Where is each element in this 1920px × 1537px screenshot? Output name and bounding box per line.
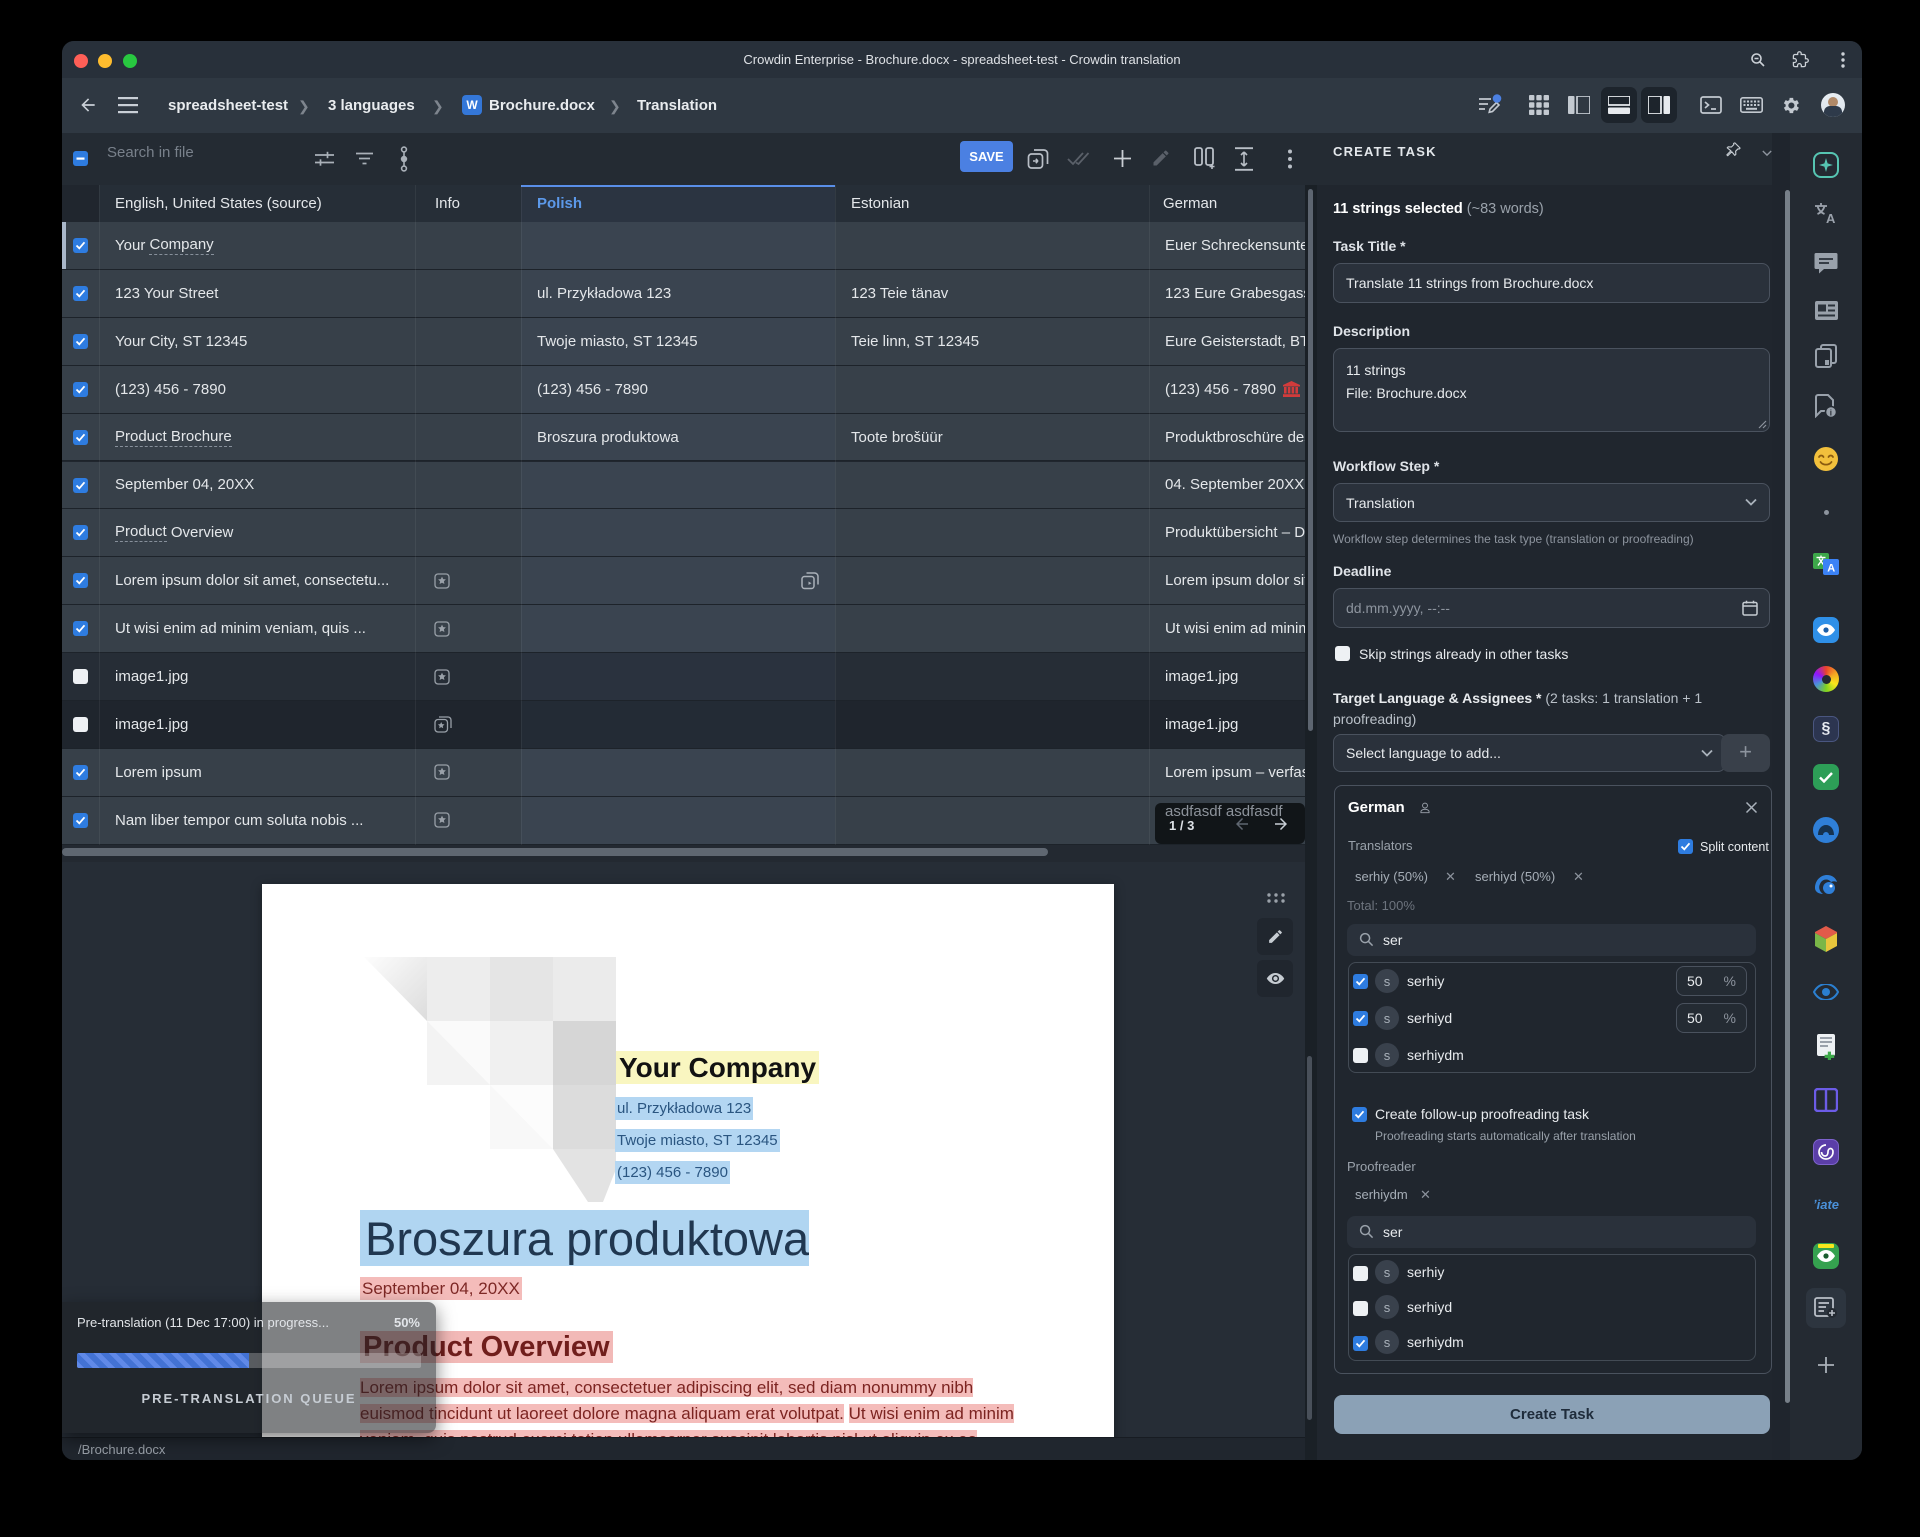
svg-text:A: A	[1827, 563, 1835, 575]
svg-text:A: A	[1826, 211, 1836, 224]
svg-text:i: i	[1830, 409, 1832, 418]
